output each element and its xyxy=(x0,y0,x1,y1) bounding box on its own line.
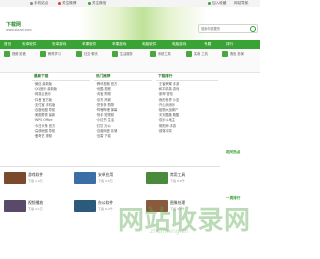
system-icon xyxy=(150,51,156,57)
grid-item-label[interactable]: 安卓应用 xyxy=(98,172,113,178)
grid-item-sub: 下载 1.2万 xyxy=(28,179,43,183)
wechat-link[interactable]: 关注微信 xyxy=(88,1,106,6)
grid-item-label[interactable]: 视频播放 xyxy=(28,200,43,206)
main-nav: 首页 安卓软件 安卓游戏 苹果软件 苹果游戏 电脑软件 电脑游戏 专题 排行 xyxy=(0,40,260,49)
column-latest-title: 最新下载 xyxy=(34,74,49,78)
category-social[interactable]: 社交 聊天 xyxy=(76,51,106,70)
video-icon xyxy=(4,51,10,57)
nav-item-pc-games[interactable]: 电脑游戏 xyxy=(172,42,186,47)
grid-thumb[interactable] xyxy=(146,172,168,184)
header-banner: 下载网 www.xiazai.com xyxy=(0,7,260,40)
nav-item-home[interactable]: 首页 xyxy=(4,42,11,47)
nav-item-android-apps[interactable]: 安卓软件 xyxy=(22,42,36,47)
category-rpg[interactable]: 角色 扮演 xyxy=(222,51,256,70)
weibo-link[interactable]: 关注微博 xyxy=(58,1,76,6)
grid-item-label[interactable]: 常用工具 xyxy=(170,172,185,178)
column-hot-title: 热门推荐 xyxy=(96,74,111,78)
nav-item-ios-games[interactable]: 苹果游戏 xyxy=(112,42,126,47)
watermark-sub: zhuimeng.cn xyxy=(150,228,189,235)
hot-list: ·腾讯视频 官方 ·优酷 视频 ·淘宝 购物 ·京东 商城 ·拼多多 购物 ·哔… xyxy=(96,82,152,139)
site-logo[interactable]: 下载网 xyxy=(6,21,21,28)
mobile-link[interactable]: 手机站点 xyxy=(30,1,48,6)
wechat-icon xyxy=(88,1,91,5)
grid-item-label[interactable]: 办公软件 xyxy=(98,200,113,206)
education-icon xyxy=(40,51,46,57)
site-url: www.xiazai.com xyxy=(6,28,32,32)
grid-item-sub: 下载 3.5万 xyxy=(98,179,113,183)
list-item[interactable]: ·部落冲突 xyxy=(158,129,218,134)
grid-thumb[interactable] xyxy=(74,200,96,212)
nav-item-android-games[interactable]: 安卓游戏 xyxy=(52,42,66,47)
rank-list: ·王者荣耀 手游 ·和平精英 游戏 ·原神 冒险 ·我的世界 沙盒 ·开心消消乐… xyxy=(158,82,218,134)
phone-icon xyxy=(30,1,33,5)
category-video[interactable]: 视频 影音 xyxy=(4,51,34,70)
nav-item-topics[interactable]: 专题 xyxy=(204,42,211,47)
list-item[interactable]: ·迅雷 下载 xyxy=(96,134,152,139)
divider xyxy=(32,80,90,81)
grid-thumb[interactable] xyxy=(4,172,26,184)
search-box[interactable] xyxy=(198,24,258,33)
life-icon xyxy=(112,51,118,57)
nav-item-pc-apps[interactable]: 电脑软件 xyxy=(142,42,156,47)
weibo-icon xyxy=(58,1,61,5)
game-icon xyxy=(222,51,228,57)
category-system[interactable]: 系统工具 xyxy=(150,51,180,70)
nav-item-ranking[interactable]: 排行 xyxy=(226,42,233,47)
latest-list: ·微信 最新版 ·QQ音乐 最新版 ·网易云音乐 ·抖音 官方版 ·支付宝 手机… xyxy=(34,82,90,139)
list-item[interactable]: ·爱奇艺 视频 xyxy=(34,134,90,139)
search-icon[interactable] xyxy=(250,26,256,32)
divider xyxy=(0,166,220,167)
sidebar-hot-title: 相关热点 xyxy=(226,150,241,154)
category-education[interactable]: 教育学习 xyxy=(40,51,70,70)
divider xyxy=(156,80,218,81)
grid-item-label[interactable]: 游戏软件 xyxy=(28,172,43,178)
category-strip: 视频 影音 教育学习 社交 聊天 生活服务 系统工具 实用 工具 角色 扮演 xyxy=(0,49,260,73)
favorite-link[interactable]: 加入收藏 xyxy=(208,1,226,6)
search-input[interactable] xyxy=(199,25,253,32)
grid-thumb[interactable] xyxy=(74,172,96,184)
grid-thumb[interactable] xyxy=(4,200,26,212)
tools-icon xyxy=(186,51,192,57)
column-rank-title: 下载排行 xyxy=(158,74,173,78)
chat-icon xyxy=(76,51,82,57)
grid-item-sub: 下载 9.8千 xyxy=(170,179,185,183)
category-life[interactable]: 生活服务 xyxy=(112,51,142,70)
nav-item-ios-apps[interactable]: 苹果软件 xyxy=(82,42,96,47)
divider xyxy=(94,80,152,81)
category-tools[interactable]: 实用 工具 xyxy=(186,51,216,70)
sitemap-link[interactable]: 网站导航 xyxy=(234,1,248,6)
grid-item-sub: 下载 2.1万 xyxy=(28,207,43,211)
grid-item-sub: 下载 6.4千 xyxy=(98,207,113,211)
star-icon xyxy=(208,1,211,5)
